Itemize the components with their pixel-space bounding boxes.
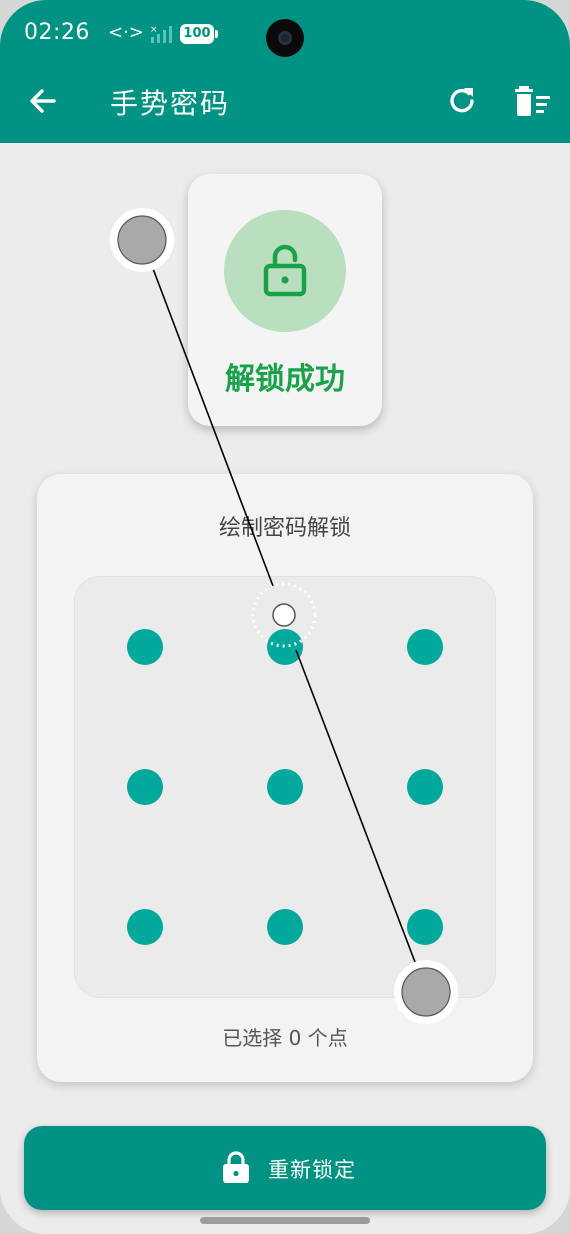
touch-indicator-small <box>272 603 296 627</box>
touch-end-point <box>401 967 451 1017</box>
touch-start-point <box>117 215 167 265</box>
touch-trace-line <box>151 265 274 587</box>
phone-screen: 02:26 <·> × 100 手势密码 解锁成功 绘制密码解锁 已选择 0 个… <box>0 0 570 1234</box>
touch-trace-line <box>295 649 416 963</box>
touch-trace-overlay <box>110 208 458 1024</box>
